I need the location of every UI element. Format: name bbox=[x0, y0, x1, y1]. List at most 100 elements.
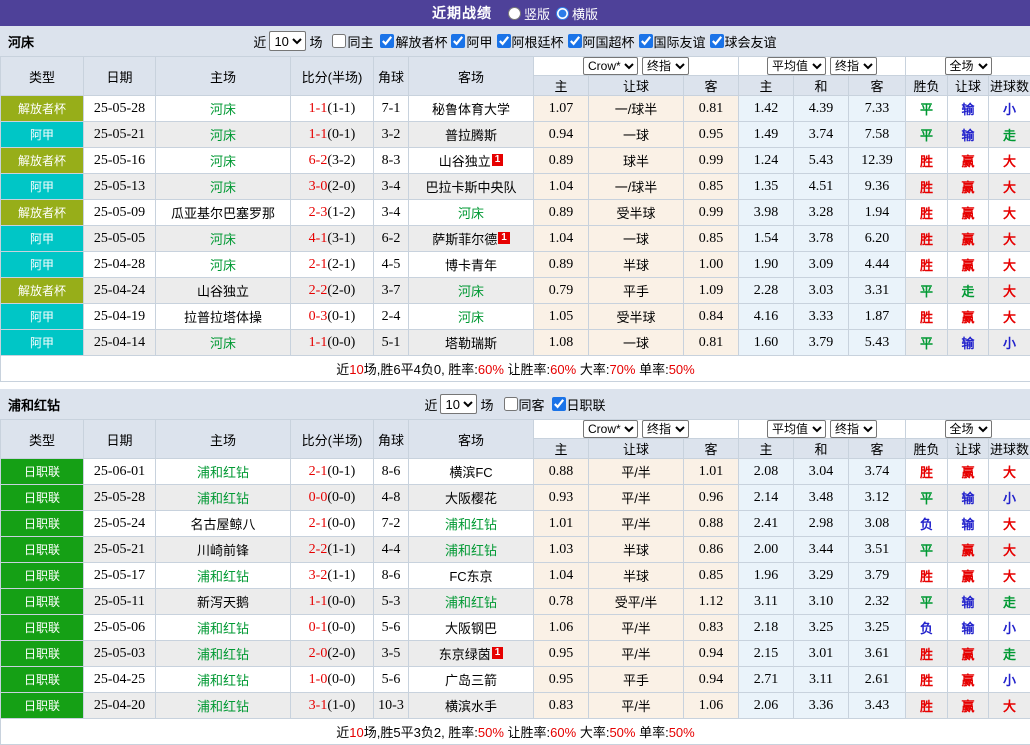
home-team[interactable]: 河床 bbox=[210, 232, 236, 247]
team-name[interactable]: 河床 bbox=[8, 32, 34, 51]
home-team[interactable]: 拉普拉塔体操 bbox=[184, 310, 262, 325]
league-checkbox[interactable] bbox=[552, 397, 566, 411]
corner-score: 7-2 bbox=[374, 511, 409, 537]
away-team[interactable]: 塔勒瑞斯 bbox=[445, 336, 497, 351]
avg-draw-odds: 3.29 bbox=[794, 563, 849, 589]
match-date: 25-04-24 bbox=[84, 278, 156, 304]
scope-select[interactable]: 全场 bbox=[945, 57, 992, 75]
same-venue-checkbox[interactable] bbox=[504, 397, 518, 411]
home-team[interactable]: 浦和红钻 bbox=[197, 491, 249, 506]
handicap-line: 半球 bbox=[589, 252, 684, 278]
avg-source-select[interactable]: 平均值 bbox=[767, 57, 826, 75]
away-team[interactable]: 河床 bbox=[458, 206, 484, 221]
away-team[interactable]: 博卡青年 bbox=[445, 258, 497, 273]
result-outcome: 胜 bbox=[906, 641, 948, 667]
avg-away-odds: 3.08 bbox=[849, 511, 906, 537]
league-checkbox[interactable] bbox=[639, 34, 653, 48]
away-team[interactable]: 浦和红钻 bbox=[445, 595, 497, 610]
home-team[interactable]: 浦和红钻 bbox=[197, 699, 249, 714]
match-date: 25-05-13 bbox=[84, 174, 156, 200]
home-team[interactable]: 浦和红钻 bbox=[197, 465, 249, 480]
away-team[interactable]: 普拉腾斯 bbox=[445, 128, 497, 143]
away-team[interactable]: 横滨水手 bbox=[445, 699, 497, 714]
avg-final-select[interactable]: 终指 bbox=[830, 57, 877, 75]
league-label: 日职联 bbox=[567, 395, 606, 414]
corner-score: 8-3 bbox=[374, 148, 409, 174]
team-name[interactable]: 浦和红钻 bbox=[8, 395, 60, 414]
home-team[interactable]: 浦和红钻 bbox=[197, 647, 249, 662]
home-team[interactable]: 山谷独立 bbox=[197, 284, 249, 299]
match-row: 解放者杯 25-05-09 瓜亚基尔巴塞罗那 2-3(1-2) 3-4 河床 0… bbox=[1, 200, 1030, 226]
away-team[interactable]: 浦和红钻 bbox=[445, 517, 497, 532]
league-checkbox[interactable] bbox=[380, 34, 394, 48]
avg-home-odds: 4.16 bbox=[739, 304, 794, 330]
match-row: 解放者杯 25-05-16 河床 6-2(3-2) 8-3 山谷独立1 0.89… bbox=[1, 148, 1030, 174]
home-team[interactable]: 川崎前锋 bbox=[197, 543, 249, 558]
home-team[interactable]: 河床 bbox=[210, 336, 236, 351]
layout-radio-vertical[interactable] bbox=[508, 7, 521, 20]
result-goals: 大 bbox=[989, 174, 1030, 200]
home-team[interactable]: 瓜亚基尔巴塞罗那 bbox=[171, 206, 275, 221]
match-score: 2-1(0-1) bbox=[291, 459, 374, 485]
home-team[interactable]: 河床 bbox=[210, 154, 236, 169]
away-team-cell: 萨斯菲尔德1 bbox=[409, 226, 534, 252]
league-checkbox[interactable] bbox=[568, 34, 582, 48]
home-team[interactable]: 河床 bbox=[210, 180, 236, 195]
away-team[interactable]: FC东京 bbox=[449, 569, 492, 584]
avg-final-select[interactable]: 终指 bbox=[830, 420, 877, 438]
scope-select[interactable]: 全场 bbox=[945, 420, 992, 438]
odds-final-select[interactable]: 终指 bbox=[642, 57, 689, 75]
home-team[interactable]: 浦和红钻 bbox=[197, 621, 249, 636]
away-team[interactable]: 巴拉卡斯中央队 bbox=[425, 180, 516, 195]
league-badge: 日职联 bbox=[1, 667, 84, 693]
away-team[interactable]: 浦和红钻 bbox=[445, 543, 497, 558]
league-checkbox[interactable] bbox=[497, 34, 511, 48]
away-team[interactable]: 东京绿茵 bbox=[439, 647, 491, 662]
home-team[interactable]: 新泻天鹅 bbox=[197, 595, 249, 610]
handicap-away-odds: 1.01 bbox=[684, 459, 739, 485]
home-team[interactable]: 名古屋鲸八 bbox=[190, 517, 255, 532]
corner-score: 5-6 bbox=[374, 667, 409, 693]
away-team[interactable]: 河床 bbox=[458, 284, 484, 299]
away-team[interactable]: 大阪樱花 bbox=[445, 491, 497, 506]
home-team-cell: 浦和红钻 bbox=[156, 641, 291, 667]
league-filter: 日职联 bbox=[548, 395, 606, 414]
away-team[interactable]: 河床 bbox=[458, 310, 484, 325]
result-outcome: 胜 bbox=[906, 252, 948, 278]
odds-final-select[interactable]: 终指 bbox=[642, 420, 689, 438]
home-team-cell: 浦和红钻 bbox=[156, 615, 291, 641]
same-venue-checkbox[interactable] bbox=[332, 34, 346, 48]
league-badge: 日职联 bbox=[1, 537, 84, 563]
away-team[interactable]: 山谷独立 bbox=[439, 154, 491, 169]
result-handicap: 赢 bbox=[948, 226, 989, 252]
home-team-cell: 浦和红钻 bbox=[156, 693, 291, 719]
title-bar: 近期战绩 竖版 横版 bbox=[0, 0, 1030, 26]
away-team[interactable]: 横滨FC bbox=[449, 465, 492, 480]
result-goals: 大 bbox=[989, 693, 1030, 719]
home-team[interactable]: 河床 bbox=[210, 258, 236, 273]
match-date: 25-04-25 bbox=[84, 667, 156, 693]
away-team[interactable]: 大阪钢巴 bbox=[445, 621, 497, 636]
result-handicap: 输 bbox=[948, 330, 989, 356]
home-team[interactable]: 河床 bbox=[210, 128, 236, 143]
sub-header-avg-home: 主 bbox=[739, 76, 794, 96]
layout-radio-horizontal[interactable] bbox=[556, 7, 569, 20]
result-outcome: 胜 bbox=[906, 200, 948, 226]
away-team[interactable]: 秘鲁体育大学 bbox=[432, 102, 510, 117]
avg-source-select[interactable]: 平均值 bbox=[767, 420, 826, 438]
away-team[interactable]: 萨斯菲尔德 bbox=[432, 232, 497, 247]
match-count-select[interactable]: 10 bbox=[440, 394, 477, 414]
league-checkbox[interactable] bbox=[710, 34, 724, 48]
odds-source-select[interactable]: Crow* bbox=[583, 57, 638, 75]
home-team[interactable]: 河床 bbox=[210, 102, 236, 117]
home-team[interactable]: 浦和红钻 bbox=[197, 673, 249, 688]
odds-source-select[interactable]: Crow* bbox=[583, 420, 638, 438]
match-count-select[interactable]: 10 bbox=[269, 31, 306, 51]
away-team-cell: 大阪钢巴 bbox=[409, 615, 534, 641]
league-checkbox[interactable] bbox=[451, 34, 465, 48]
avg-home-odds: 3.11 bbox=[739, 589, 794, 615]
away-team[interactable]: 广岛三箭 bbox=[445, 673, 497, 688]
corner-score: 3-7 bbox=[374, 278, 409, 304]
home-team[interactable]: 浦和红钻 bbox=[197, 569, 249, 584]
league-badge: 阿甲 bbox=[1, 304, 84, 330]
